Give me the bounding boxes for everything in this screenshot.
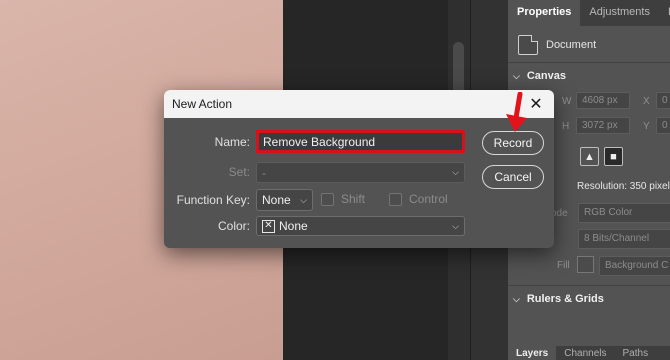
no-color-icon: ✕ bbox=[262, 219, 275, 233]
canvas-section-header[interactable]: ⌵ Canvas bbox=[513, 70, 566, 82]
y-field[interactable]: 0 bbox=[656, 117, 670, 134]
rulers-heading: Rulers & Grids bbox=[526, 293, 604, 305]
portrait-icon[interactable]: ▲ bbox=[580, 147, 599, 166]
tab-paths[interactable]: Paths bbox=[615, 346, 657, 360]
tab-channels[interactable]: Channels bbox=[556, 346, 614, 360]
function-key-value: None bbox=[262, 193, 291, 207]
shift-label: Shift bbox=[341, 192, 366, 206]
x-label: X bbox=[643, 96, 650, 107]
resolution-text: Resolution: 350 pixels bbox=[577, 181, 670, 192]
rulers-section-header[interactable]: ⌵ Rulers & Grids bbox=[513, 293, 604, 305]
annotation-arrow-icon bbox=[506, 92, 527, 132]
color-select[interactable]: ✕ None ⌵ bbox=[256, 216, 465, 236]
cancel-button[interactable]: Cancel bbox=[482, 165, 544, 189]
new-action-dialog: New Action ✕ Name: Remove Background Set… bbox=[164, 90, 554, 248]
y-label: Y bbox=[643, 121, 650, 132]
height-field[interactable]: 3072 px bbox=[576, 117, 630, 134]
document-row: Document bbox=[518, 34, 596, 56]
divider bbox=[508, 285, 670, 286]
tab-properties[interactable]: Properties bbox=[508, 0, 581, 26]
height-label: H bbox=[562, 121, 570, 132]
chevron-down-icon: ⌵ bbox=[513, 293, 520, 304]
tab-layers[interactable]: Layers bbox=[508, 346, 557, 360]
mode-select[interactable]: RGB Color bbox=[578, 203, 670, 223]
shift-checkbox[interactable] bbox=[321, 193, 334, 206]
document-icon bbox=[518, 35, 538, 55]
width-field[interactable]: 4608 px bbox=[576, 92, 630, 109]
dialog-titlebar[interactable]: New Action bbox=[164, 90, 554, 118]
set-select[interactable]: - ⌵ bbox=[256, 162, 465, 183]
tab-adjustments[interactable]: Adjustments bbox=[580, 0, 659, 26]
chevron-down-icon: ⌵ bbox=[300, 194, 307, 205]
action-name-input[interactable]: Remove Background bbox=[256, 130, 465, 153]
bottom-tab-bar: Layers Channels Paths bbox=[508, 346, 670, 360]
x-field[interactable]: 0 bbox=[656, 92, 670, 109]
panel-tab-bar: Properties Adjustments Li bbox=[508, 0, 670, 26]
set-label: Set: bbox=[228, 165, 250, 179]
fill-label: Fill bbox=[557, 260, 570, 271]
control-label: Control bbox=[409, 192, 448, 206]
color-value: None bbox=[279, 219, 308, 233]
fill-swatch[interactable] bbox=[577, 256, 594, 273]
canvas-heading: Canvas bbox=[526, 70, 566, 82]
chevron-down-icon: ⌵ bbox=[452, 167, 459, 177]
name-label: Name: bbox=[214, 135, 250, 149]
fill-select[interactable]: Background C bbox=[599, 256, 670, 276]
width-label: W bbox=[562, 96, 572, 107]
dialog-title: New Action bbox=[172, 97, 233, 111]
document-label: Document bbox=[546, 39, 597, 51]
chevron-down-icon: ⌵ bbox=[452, 220, 459, 231]
landscape-icon[interactable]: ■ bbox=[604, 147, 623, 166]
function-key-label: Function Key: bbox=[176, 193, 250, 207]
bit-depth-select[interactable]: 8 Bits/Channel bbox=[578, 229, 670, 249]
control-checkbox[interactable] bbox=[389, 193, 402, 206]
tab-libraries[interactable]: Li bbox=[659, 0, 670, 26]
divider bbox=[508, 62, 670, 63]
chevron-down-icon: ⌵ bbox=[513, 70, 520, 81]
set-value: - bbox=[262, 165, 266, 180]
function-key-select[interactable]: None ⌵ bbox=[256, 189, 313, 211]
color-label: Color: bbox=[217, 219, 250, 233]
